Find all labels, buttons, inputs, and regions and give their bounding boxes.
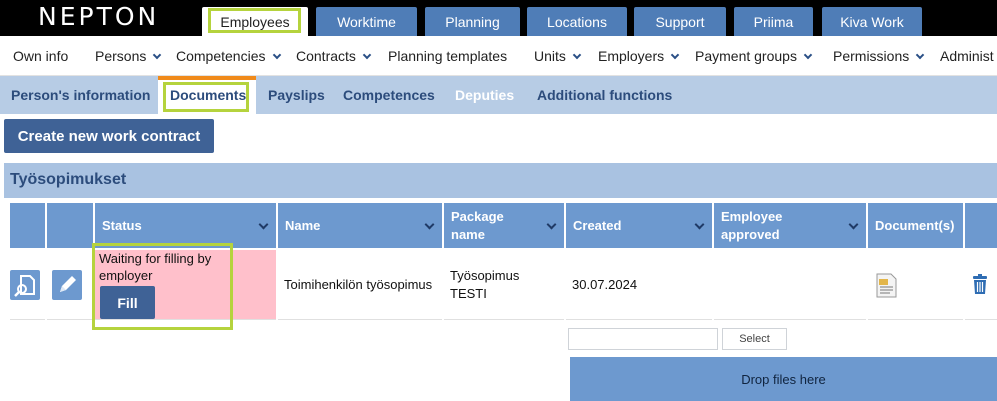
chevron-down-icon bbox=[153, 50, 162, 59]
brand-logo: NEPTON bbox=[38, 2, 160, 31]
package-name: Työsopimus TESTI bbox=[450, 267, 520, 301]
tab-label: Planning bbox=[445, 13, 500, 30]
column-header-documents: Document(s) bbox=[868, 203, 963, 248]
column-header-edit bbox=[47, 203, 93, 248]
column-header-employee-approved[interactable]: Employee approved bbox=[714, 203, 866, 248]
menu-label: Own info bbox=[13, 48, 69, 64]
created-date: 30.07.2024 bbox=[572, 277, 638, 292]
status-text: Waiting for filling by employer bbox=[99, 251, 212, 283]
column-header-created[interactable]: Created bbox=[566, 203, 712, 248]
menu-label: Persons bbox=[95, 48, 147, 64]
column-header-view bbox=[10, 203, 45, 248]
menu-employers[interactable]: Employers bbox=[598, 48, 680, 64]
chevron-down-icon bbox=[546, 219, 557, 230]
subtab-payslips[interactable]: Payslips bbox=[268, 87, 325, 103]
subtab-label: Documents bbox=[170, 87, 247, 103]
tab-priima[interactable]: Priima bbox=[734, 7, 813, 36]
text-document-icon[interactable] bbox=[874, 273, 899, 298]
chevron-down-icon bbox=[272, 50, 281, 59]
subtab-additional-functions[interactable]: Additional functions bbox=[537, 87, 672, 103]
create-work-contract-button[interactable]: Create new work contract bbox=[4, 119, 214, 153]
chevron-down-icon bbox=[694, 219, 705, 230]
chevron-down-icon bbox=[362, 50, 372, 59]
subtab-competences[interactable]: Competences bbox=[343, 87, 435, 103]
tab-label: Priima bbox=[753, 13, 794, 30]
tab-label: Kiva Work bbox=[840, 13, 904, 30]
chevron-down-icon bbox=[572, 50, 582, 59]
menu-payment-groups[interactable]: Payment groups bbox=[695, 48, 813, 64]
chevron-down-icon bbox=[916, 50, 925, 59]
package-name-cell: Työsopimus TESTI bbox=[444, 250, 564, 320]
dropzone-label: Drop files here bbox=[741, 371, 826, 387]
column-header-delete bbox=[965, 203, 997, 248]
pencil-icon[interactable] bbox=[52, 270, 82, 300]
tab-kiva-work[interactable]: Kiva Work bbox=[822, 7, 922, 36]
menu-permissions[interactable]: Permissions bbox=[833, 48, 925, 64]
column-label: Document(s) bbox=[875, 218, 955, 233]
tab-label: Support bbox=[655, 13, 705, 30]
tab-label: Employees bbox=[220, 13, 290, 30]
subtab-label: Deputies bbox=[455, 87, 515, 103]
menu-units[interactable]: Units bbox=[534, 48, 582, 64]
menu-label: Payment groups bbox=[695, 48, 797, 64]
tab-planning[interactable]: Planning bbox=[425, 7, 520, 36]
chevron-down-icon bbox=[670, 50, 680, 59]
chevron-down-icon bbox=[803, 50, 813, 59]
tab-support[interactable]: Support bbox=[634, 7, 726, 36]
menu-own-info[interactable]: Own info bbox=[13, 48, 68, 64]
tab-locations[interactable]: Locations bbox=[527, 7, 627, 36]
column-label: Name bbox=[285, 218, 321, 233]
menu-label: Contracts bbox=[296, 48, 356, 64]
column-label: Created bbox=[573, 218, 622, 233]
select-file-button[interactable]: Select bbox=[722, 328, 787, 350]
subtab-documents[interactable]: Documents bbox=[170, 87, 246, 103]
menu-label: Competencies bbox=[176, 48, 266, 64]
menu-competencies[interactable]: Competencies bbox=[176, 48, 281, 64]
name-cell: Toimihenkilön työsopimus bbox=[278, 250, 442, 320]
menu-label: Units bbox=[534, 48, 566, 64]
contract-name: Toimihenkilön työsopimus bbox=[284, 276, 433, 292]
menu-label: Permissions bbox=[833, 48, 910, 64]
created-cell: 30.07.2024 bbox=[566, 250, 712, 320]
menu-persons[interactable]: Persons bbox=[95, 48, 162, 64]
column-label: Employee approved bbox=[721, 208, 783, 242]
menu-planning-templates[interactable]: Planning templates bbox=[388, 48, 507, 64]
menu-administration[interactable]: Administ bbox=[940, 48, 994, 64]
menu-label: Planning templates bbox=[388, 48, 508, 64]
tab-label: Worktime bbox=[337, 13, 396, 30]
section-header: Työsopimukset bbox=[4, 163, 997, 198]
tab-worktime[interactable]: Worktime bbox=[316, 7, 417, 36]
subtab-label: Person's information bbox=[11, 87, 151, 103]
chevron-down-icon bbox=[424, 219, 435, 230]
column-label: Package name bbox=[451, 208, 504, 242]
subtab-deputies[interactable]: Deputies bbox=[455, 87, 514, 103]
menu-label: Administ bbox=[940, 48, 994, 64]
trash-icon[interactable] bbox=[970, 273, 990, 295]
tab-label: Locations bbox=[547, 13, 607, 30]
subtab-label: Additional functions bbox=[537, 87, 673, 103]
employee-approved-cell bbox=[714, 250, 866, 320]
column-header-package-name[interactable]: Package name bbox=[444, 203, 564, 248]
file-dropzone[interactable]: Drop files here bbox=[570, 357, 997, 401]
tab-employees[interactable]: Employees bbox=[202, 7, 308, 36]
file-name-input[interactable] bbox=[568, 328, 718, 350]
chevron-down-icon bbox=[848, 219, 859, 230]
menu-label: Employers bbox=[598, 48, 665, 64]
subtab-label: Payslips bbox=[268, 87, 325, 103]
fill-button[interactable]: Fill bbox=[100, 286, 155, 319]
column-label: Status bbox=[102, 218, 142, 233]
status-cell: Waiting for filling by employer Fill bbox=[95, 250, 276, 320]
column-header-name[interactable]: Name bbox=[278, 203, 442, 248]
menu-contracts[interactable]: Contracts bbox=[296, 48, 372, 64]
subtab-label: Competences bbox=[343, 87, 435, 103]
section-title: Työsopimukset bbox=[10, 171, 127, 188]
column-header-status[interactable]: Status bbox=[95, 203, 276, 248]
subtab-persons-information[interactable]: Person's information bbox=[11, 87, 150, 103]
document-search-icon[interactable] bbox=[10, 270, 40, 300]
chevron-down-icon bbox=[258, 219, 269, 230]
